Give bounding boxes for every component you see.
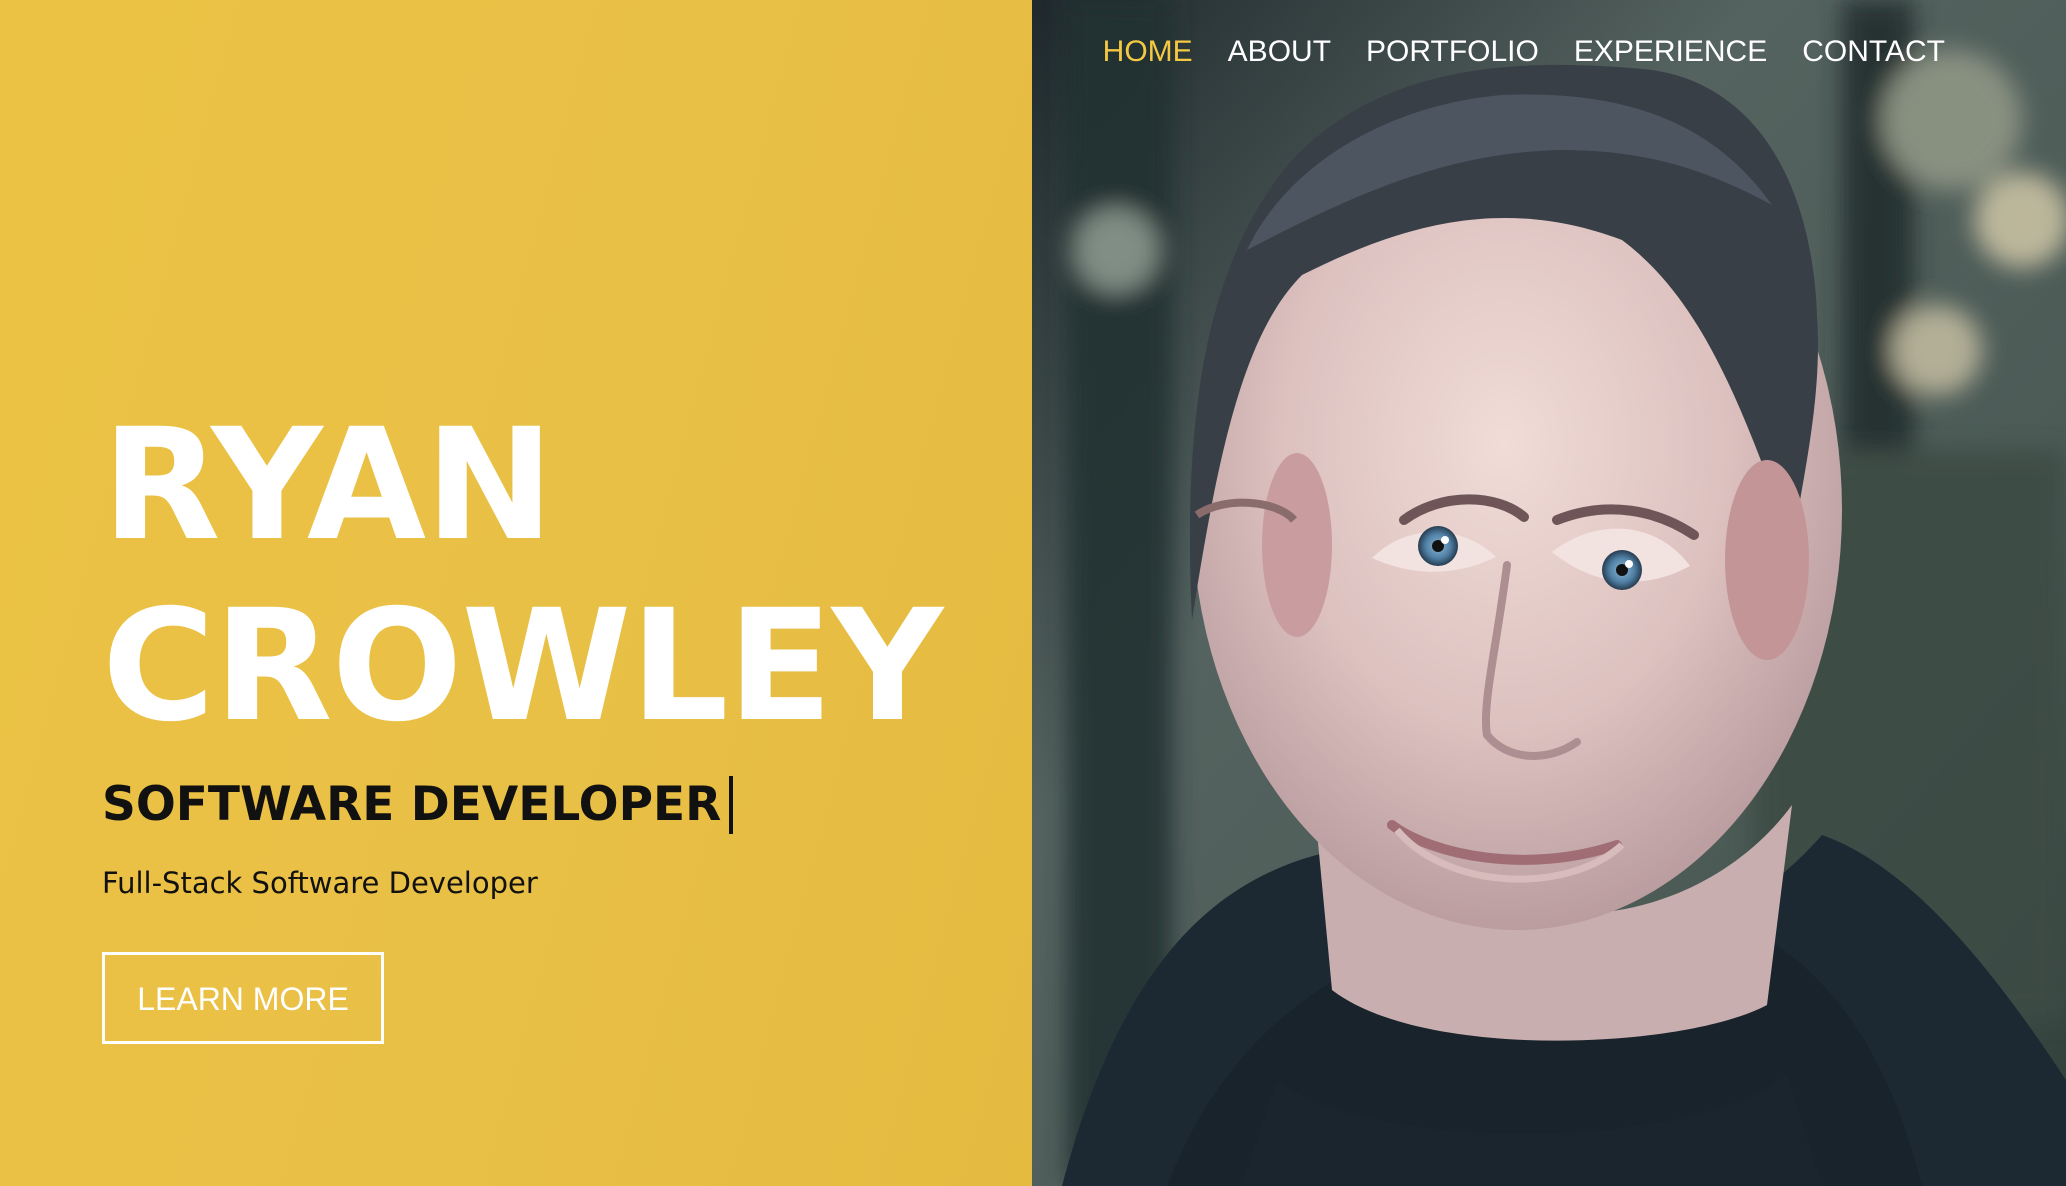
main-navigation: HOME ABOUT PORTFOLIO EXPERIENCE CONTACT (1103, 34, 1945, 70)
profile-photo (1032, 0, 2066, 1186)
portfolio-home-page: RYAN CROWLEY SOFTWARE DEVELOPER Full-Sta… (0, 0, 2066, 1186)
hero-summary: Full-Stack Software Developer (102, 866, 538, 900)
hero-yellow-panel: RYAN CROWLEY SOFTWARE DEVELOPER Full-Sta… (0, 0, 1032, 1186)
hero-role-text: SOFTWARE DEVELOPER (102, 777, 722, 832)
nav-home[interactable]: HOME (1103, 34, 1193, 70)
hero-first-name: RYAN (102, 396, 554, 575)
hero-role: SOFTWARE DEVELOPER (102, 775, 982, 835)
profile-photo-panel (1032, 0, 2066, 1186)
nav-about[interactable]: ABOUT (1228, 34, 1331, 70)
hero-name: RYAN CROWLEY (102, 395, 982, 757)
typing-cursor (729, 776, 734, 834)
nav-contact[interactable]: CONTACT (1802, 34, 1945, 70)
nav-portfolio[interactable]: PORTFOLIO (1366, 34, 1539, 70)
hero-text-block: RYAN CROWLEY SOFTWARE DEVELOPER Full-Sta… (102, 395, 982, 901)
nav-experience[interactable]: EXPERIENCE (1574, 34, 1767, 70)
learn-more-button[interactable]: LEARN MORE (102, 952, 384, 1044)
hero-last-name: CROWLEY (102, 577, 943, 756)
